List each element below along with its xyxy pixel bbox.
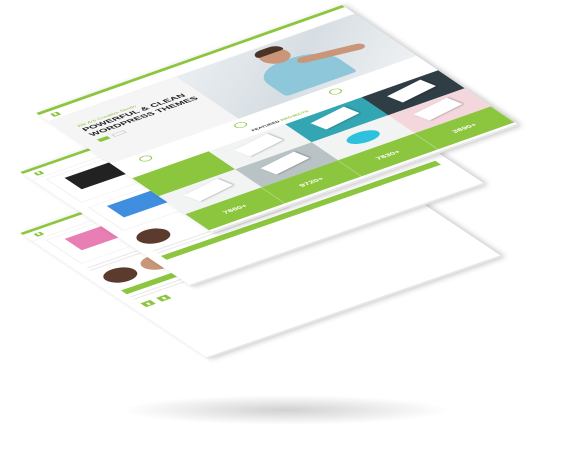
logo-icon: ▮ [33, 231, 45, 237]
stat-value: 9720+ [297, 176, 326, 188]
logo-icon: ▮ [33, 170, 45, 176]
logo: ▮ [33, 170, 45, 176]
floor-shadow [120, 395, 450, 425]
logo: ▮ [33, 231, 45, 237]
logo-icon: ▮ [49, 111, 62, 117]
secondary-button[interactable] [111, 130, 127, 137]
stat-value: 3890+ [450, 122, 479, 134]
primary-button[interactable] [96, 135, 111, 142]
feature-icon [326, 87, 345, 96]
feature-icon [136, 154, 155, 163]
feature-icon [231, 120, 250, 130]
stat-value: 7830+ [373, 149, 402, 161]
logo: ▮ [49, 111, 62, 117]
feature-icon: ▮ [140, 299, 156, 308]
stat-value: 7860+ [220, 203, 249, 215]
mockup-stage: ▮ ▮ ▮ ▮ ▮ We Are Creative Studio POWERFU… [0, 0, 587, 452]
avatar [97, 264, 144, 286]
feature-icon: ▮ [156, 294, 172, 302]
